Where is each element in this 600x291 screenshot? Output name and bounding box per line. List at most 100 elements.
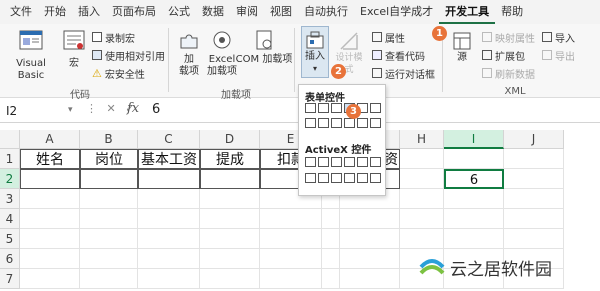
cell-I2[interactable]: 6 xyxy=(444,169,504,189)
cell-C7[interactable] xyxy=(138,269,200,289)
map-properties-button[interactable]: 映射属性 xyxy=(482,30,535,45)
com-addins-button[interactable]: COM 加载项 xyxy=(236,28,292,66)
cell-J4[interactable] xyxy=(504,209,564,229)
column-header[interactable]: A xyxy=(20,130,80,149)
cell-H4[interactable] xyxy=(400,209,444,229)
form-control-icon[interactable] xyxy=(318,103,329,113)
cell-B2[interactable] xyxy=(80,169,138,189)
cell-D5[interactable] xyxy=(200,229,260,249)
cell-G6[interactable] xyxy=(340,249,400,269)
cell-D4[interactable] xyxy=(200,209,260,229)
form-control-icon[interactable] xyxy=(318,118,329,128)
cell-J5[interactable] xyxy=(504,229,564,249)
cell-G7[interactable] xyxy=(340,269,400,289)
cell-C6[interactable] xyxy=(138,249,200,269)
formula-input[interactable]: 6 xyxy=(152,102,160,117)
import-button[interactable]: 导入 xyxy=(542,30,575,45)
tab-6[interactable]: 审阅 xyxy=(230,0,264,24)
cell-J2[interactable] xyxy=(504,169,564,189)
cell-C5[interactable] xyxy=(138,229,200,249)
cell-A1[interactable]: 姓名 xyxy=(20,149,80,169)
tab-4[interactable]: 公式 xyxy=(162,0,196,24)
row-header[interactable]: 7 xyxy=(0,269,20,289)
namebox-dropdown-icon[interactable]: ▾ xyxy=(68,105,73,115)
tab-3[interactable]: 页面布局 xyxy=(106,0,162,24)
tab-5[interactable]: 数据 xyxy=(196,0,230,24)
column-header[interactable]: D xyxy=(200,130,260,149)
cell-D1[interactable]: 提成 xyxy=(200,149,260,169)
export-button[interactable]: 导出 xyxy=(542,48,575,63)
column-header[interactable]: J xyxy=(504,130,564,149)
cell-H2[interactable] xyxy=(400,169,444,189)
refresh-data-button[interactable]: 刷新数据 xyxy=(482,66,535,81)
fx-icon[interactable]: fx xyxy=(127,101,139,116)
tab-8[interactable]: 自动执行 xyxy=(298,0,354,24)
form-control-icon[interactable] xyxy=(331,103,342,113)
cell-I5[interactable] xyxy=(444,229,504,249)
column-header[interactable]: B xyxy=(80,130,138,149)
relative-ref-button[interactable]: 使用相对引用 xyxy=(92,48,165,63)
tab-9[interactable]: Excel自学成才 xyxy=(354,0,439,24)
activex-control-icon[interactable] xyxy=(357,173,368,183)
cell-E6[interactable] xyxy=(260,249,322,269)
addins-button[interactable]: 加 载项 xyxy=(174,28,204,78)
cell-F4[interactable] xyxy=(322,209,340,229)
activex-control-icon[interactable] xyxy=(344,157,355,167)
form-control-icon[interactable] xyxy=(357,118,368,128)
cell-C2[interactable] xyxy=(138,169,200,189)
cell-C4[interactable] xyxy=(138,209,200,229)
cell-F5[interactable] xyxy=(322,229,340,249)
cell-B3[interactable] xyxy=(80,189,138,209)
activex-control-icon[interactable] xyxy=(318,173,329,183)
cell-C3[interactable] xyxy=(138,189,200,209)
cell-F6[interactable] xyxy=(322,249,340,269)
cell-D7[interactable] xyxy=(200,269,260,289)
properties-button[interactable]: 属性 xyxy=(372,30,405,45)
insert-control-button[interactable]: 插入 ▾ xyxy=(301,26,329,78)
name-box[interactable]: I2 xyxy=(4,102,64,120)
form-control-icon[interactable] xyxy=(344,118,355,128)
cell-B5[interactable] xyxy=(80,229,138,249)
cell-A7[interactable] xyxy=(20,269,80,289)
activex-control-icon[interactable] xyxy=(370,157,381,167)
column-header[interactable]: I xyxy=(444,130,504,149)
tab-10[interactable]: 开发工具 xyxy=(439,0,496,24)
tab-11[interactable]: 帮助 xyxy=(495,0,529,24)
xml-source-button[interactable]: 源 xyxy=(448,30,476,64)
cell-I3[interactable] xyxy=(444,189,504,209)
visual-basic-button[interactable]: Visual Basic xyxy=(6,28,56,82)
run-dialog-button[interactable]: 运行对话框 xyxy=(372,66,435,81)
cell-G4[interactable] xyxy=(340,209,400,229)
row-header[interactable]: 5 xyxy=(0,229,20,249)
cell-J3[interactable] xyxy=(504,189,564,209)
excel-addins-button[interactable]: Excel 加载项 xyxy=(206,28,238,78)
row-header[interactable]: 4 xyxy=(0,209,20,229)
cell-E4[interactable] xyxy=(260,209,322,229)
row-header[interactable]: 6 xyxy=(0,249,20,269)
activex-control-icon[interactable] xyxy=(344,173,355,183)
tab-0[interactable]: 文件 xyxy=(4,0,38,24)
cell-B7[interactable] xyxy=(80,269,138,289)
form-control-icon[interactable] xyxy=(305,103,316,113)
cell-A3[interactable] xyxy=(20,189,80,209)
form-control-icon[interactable] xyxy=(370,118,381,128)
cell-G5[interactable] xyxy=(340,229,400,249)
cell-J1[interactable] xyxy=(504,149,564,169)
cell-A2[interactable] xyxy=(20,169,80,189)
view-code-button[interactable]: 查看代码 xyxy=(372,48,425,63)
expansion-packs-button[interactable]: 扩展包 xyxy=(482,48,525,63)
row-header[interactable]: 3 xyxy=(0,189,20,209)
cell-I1[interactable] xyxy=(444,149,504,169)
cell-D3[interactable] xyxy=(200,189,260,209)
select-all-corner[interactable] xyxy=(0,130,20,149)
activex-control-icon[interactable] xyxy=(331,173,342,183)
cell-A6[interactable] xyxy=(20,249,80,269)
cell-B4[interactable] xyxy=(80,209,138,229)
activex-control-icon[interactable] xyxy=(318,157,329,167)
row-header[interactable]: 1 xyxy=(0,149,20,169)
cell-E5[interactable] xyxy=(260,229,322,249)
activex-control-icon[interactable] xyxy=(357,157,368,167)
column-header[interactable]: C xyxy=(138,130,200,149)
tab-1[interactable]: 开始 xyxy=(38,0,72,24)
tab-7[interactable]: 视图 xyxy=(264,0,298,24)
